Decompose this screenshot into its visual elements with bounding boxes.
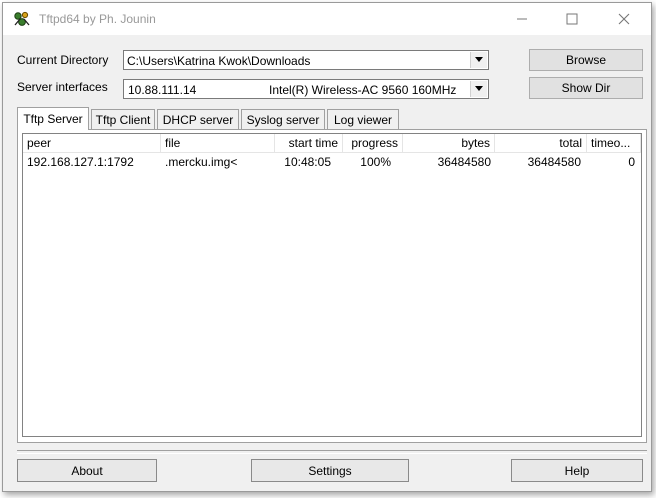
column-header-bytes[interactable]: bytes [403, 134, 495, 152]
separator [17, 450, 647, 454]
current-directory-value: C:\Users\Katrina Kwok\Downloads [127, 54, 311, 68]
server-interfaces-dropdown[interactable] [470, 81, 487, 97]
current-directory-dropdown[interactable] [470, 52, 487, 68]
cell-peer: 192.168.127.1:1792 [27, 155, 134, 169]
cell-total: 36484580 [527, 155, 581, 169]
column-header-file[interactable]: file [161, 134, 275, 152]
cell-timeout: 0 [628, 155, 635, 169]
column-header-progress[interactable]: progress [343, 134, 403, 152]
tab-log-viewer[interactable]: Log viewer [327, 109, 399, 129]
cell-progress: 100% [360, 155, 391, 169]
show-dir-button[interactable]: Show Dir [529, 77, 643, 99]
maximize-button[interactable] [549, 3, 595, 35]
close-button[interactable] [601, 3, 647, 35]
tab-tftp-server[interactable]: Tftp Server [17, 107, 89, 130]
cell-start-time: 10:48:05 [284, 155, 331, 169]
minimize-button[interactable] [499, 3, 545, 35]
tab-tftp-client[interactable]: Tftp Client [91, 109, 155, 129]
server-interfaces-combo[interactable]: 10.88.111.14 Intel(R) Wireless-AC 9560 1… [123, 79, 489, 99]
current-directory-label: Current Directory [17, 53, 109, 67]
about-button[interactable]: About [17, 459, 157, 482]
minimize-icon [516, 13, 528, 25]
cell-bytes: 36484580 [437, 155, 491, 169]
cell-file: .mercku.img< [165, 155, 238, 169]
close-icon [618, 13, 630, 25]
help-button[interactable]: Help [511, 459, 643, 482]
tab-dhcp-server[interactable]: DHCP server [157, 109, 239, 129]
tftp-server-panel: peer file start time progress bytes tota… [17, 129, 647, 443]
column-header-start-time[interactable]: start time [275, 134, 343, 152]
list-header: peer file start time progress bytes tota… [23, 134, 641, 153]
server-interface-name: Intel(R) Wireless-AC 9560 160MHz [269, 83, 457, 97]
column-header-total[interactable]: total [495, 134, 587, 152]
settings-button[interactable]: Settings [251, 459, 409, 482]
tab-syslog-server[interactable]: Syslog server [241, 109, 325, 129]
app-window: Tftpd64 by Ph. Jounin Current Directory … [2, 2, 652, 492]
server-interfaces-label: Server interfaces [17, 80, 108, 94]
window-title: Tftpd64 by Ph. Jounin [39, 12, 156, 26]
current-directory-combo[interactable]: C:\Users\Katrina Kwok\Downloads [123, 50, 489, 70]
server-interface-ip: 10.88.111.14 [128, 83, 197, 97]
chevron-down-icon [475, 57, 483, 62]
browse-button[interactable]: Browse [529, 49, 643, 71]
tftpd-app-icon [13, 10, 31, 28]
column-header-peer[interactable]: peer [23, 134, 161, 152]
transfer-list[interactable]: peer file start time progress bytes tota… [22, 133, 642, 437]
maximize-icon [566, 13, 578, 25]
table-row[interactable]: 192.168.127.1:1792 .mercku.img< 10:48:05… [23, 153, 641, 171]
chevron-down-icon [475, 86, 483, 91]
title-bar[interactable]: Tftpd64 by Ph. Jounin [3, 3, 651, 35]
column-header-timeout[interactable]: timeo... [587, 134, 641, 152]
